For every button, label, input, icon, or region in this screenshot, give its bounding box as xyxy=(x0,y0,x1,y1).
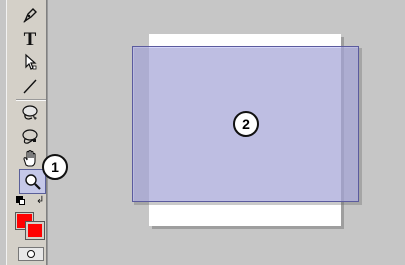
subselect-arrow-icon xyxy=(25,53,37,70)
toolbar-divider xyxy=(16,99,46,101)
pen-icon xyxy=(23,8,37,23)
tools-panel: T ↲ xyxy=(6,0,48,265)
subselect-tool-button[interactable] xyxy=(20,52,40,72)
magnifier-icon xyxy=(24,173,41,190)
line-icon xyxy=(23,79,37,94)
line-tool-button[interactable] xyxy=(20,76,40,96)
ink-bottle-icon xyxy=(22,105,38,120)
pen-tool-button[interactable] xyxy=(20,5,40,25)
lasso-tool-button[interactable] xyxy=(20,127,40,147)
text-icon: T xyxy=(23,28,37,50)
ink-bottle-tool-button[interactable] xyxy=(20,103,40,123)
zoom-tool-button[interactable] xyxy=(19,169,46,194)
callout-2: 2 xyxy=(233,111,259,137)
fill-color-swatch[interactable] xyxy=(25,221,45,240)
callout-1: 1 xyxy=(42,154,68,180)
hand-icon xyxy=(23,149,36,167)
default-colors-icon[interactable] xyxy=(16,196,25,205)
callout-2-label: 2 xyxy=(242,116,250,132)
swap-colors-icon[interactable]: ↲ xyxy=(36,195,44,206)
callout-1-label: 1 xyxy=(51,159,59,175)
lasso-icon xyxy=(22,129,38,144)
options-button[interactable] xyxy=(18,247,44,261)
hand-tool-button[interactable] xyxy=(20,148,40,168)
object-drawing-icon xyxy=(27,250,35,258)
text-tool-button[interactable]: T xyxy=(20,29,40,49)
